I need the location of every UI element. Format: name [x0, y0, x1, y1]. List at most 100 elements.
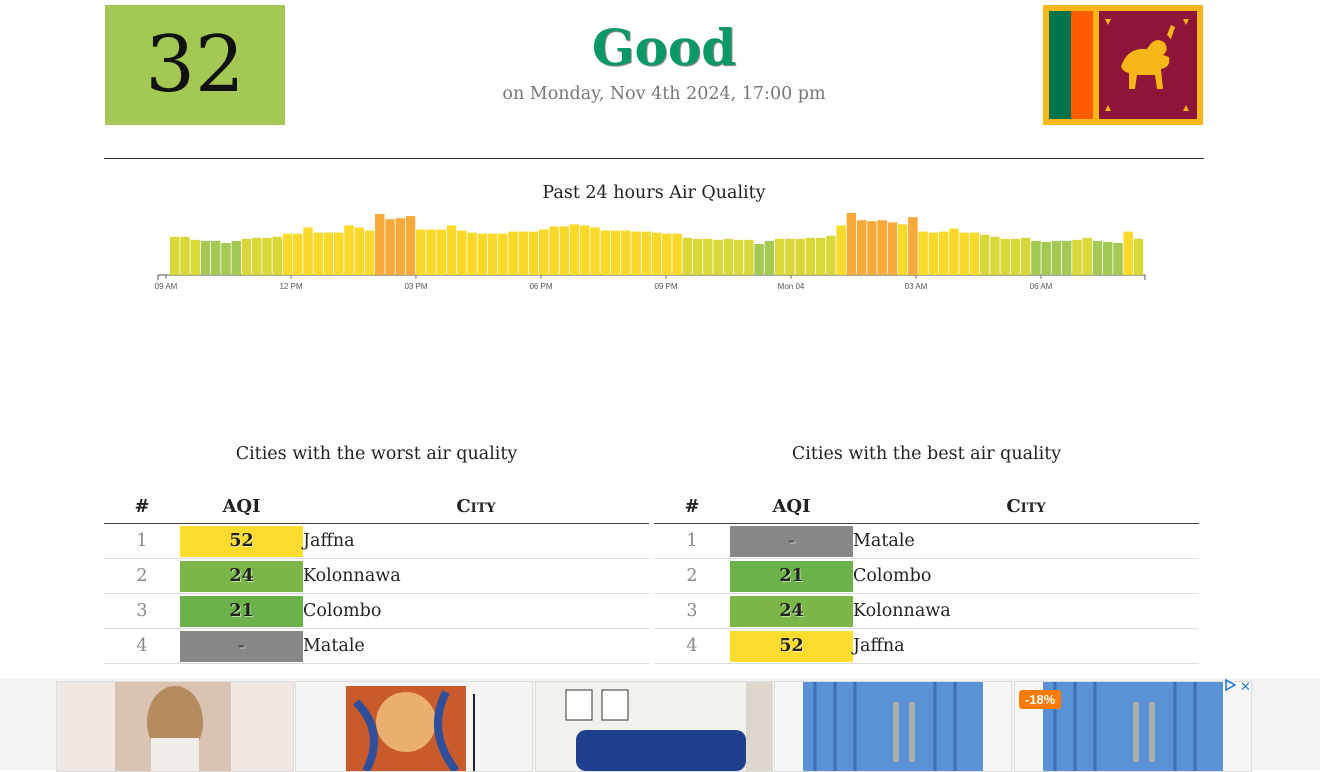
ad-product-2[interactable] — [295, 681, 533, 772]
chart-bar[interactable] — [600, 230, 611, 275]
chart-bar[interactable] — [416, 229, 426, 275]
chart-bar[interactable] — [682, 237, 693, 275]
city-link[interactable]: Colombo — [303, 593, 649, 629]
table-row[interactable]: 2 21 Colombo — [654, 558, 1199, 594]
chart-bar[interactable] — [897, 224, 908, 275]
chart-bar[interactable] — [262, 237, 272, 275]
chart-bar[interactable] — [180, 236, 190, 275]
chart-bar[interactable] — [692, 238, 703, 275]
city-link[interactable]: Kolonnawa — [853, 593, 1199, 629]
chart-bar[interactable] — [375, 214, 385, 275]
chart-bar[interactable] — [211, 240, 221, 275]
chart-bar[interactable] — [908, 217, 918, 275]
city-link[interactable]: Jaffna — [853, 628, 1199, 664]
chart-bar[interactable] — [1010, 238, 1021, 275]
chart-bar[interactable] — [405, 216, 416, 275]
chart-bar[interactable] — [569, 224, 580, 275]
chart-bar[interactable] — [508, 231, 518, 275]
chart-bar[interactable] — [969, 232, 980, 275]
chart-bar[interactable] — [744, 239, 754, 275]
chart-bar[interactable] — [621, 230, 631, 275]
chart-bar[interactable] — [1061, 240, 1072, 275]
city-link[interactable]: Matale — [853, 523, 1199, 559]
chart-bar[interactable] — [662, 233, 672, 275]
adchoices-icon[interactable] — [1224, 678, 1237, 694]
chart-bar[interactable] — [200, 240, 211, 275]
chart-bar[interactable] — [457, 230, 467, 275]
table-row[interactable]: 1- Matale — [654, 523, 1199, 559]
ad-close-icon[interactable]: ✕ — [1240, 679, 1251, 695]
chart-bar[interactable] — [313, 232, 323, 275]
chart-bar[interactable] — [1082, 237, 1092, 275]
chart-bar[interactable] — [846, 213, 857, 275]
chart-bar[interactable] — [979, 234, 990, 275]
chart-bar[interactable] — [477, 233, 488, 275]
chart-bar[interactable] — [590, 227, 600, 275]
chart-bar[interactable] — [785, 238, 795, 275]
chart-bar[interactable] — [918, 231, 928, 275]
chart-bar[interactable] — [949, 228, 959, 276]
chart-bar[interactable] — [774, 238, 785, 275]
ad-product-4[interactable] — [774, 681, 1012, 772]
chart-bar[interactable] — [856, 220, 867, 275]
chart-bar[interactable] — [703, 238, 713, 275]
chart-bar[interactable] — [1031, 240, 1041, 275]
chart-bar[interactable] — [754, 244, 764, 275]
chart-bar[interactable] — [1051, 240, 1062, 275]
city-link[interactable]: Matale — [303, 628, 649, 664]
chart-bar[interactable] — [293, 233, 303, 275]
chart-bar[interactable] — [1000, 238, 1010, 275]
chart-bar[interactable] — [221, 242, 231, 275]
chart-bar[interactable] — [231, 240, 241, 275]
chart-bar[interactable] — [641, 231, 652, 275]
ad-product-1[interactable] — [56, 681, 294, 772]
chart-bar[interactable] — [498, 233, 508, 275]
city-link[interactable]: Colombo — [853, 558, 1199, 594]
chart-bar[interactable] — [651, 232, 662, 275]
chart-bar[interactable] — [426, 229, 436, 275]
city-link[interactable]: Jaffna — [303, 523, 649, 559]
city-link[interactable]: Kolonnawa — [303, 558, 649, 594]
chart-bar[interactable] — [1133, 238, 1144, 275]
ad-product-3[interactable] — [535, 681, 773, 772]
chart-bar[interactable] — [272, 236, 282, 275]
chart-bar[interactable] — [928, 232, 939, 275]
chart-bar[interactable] — [334, 232, 344, 275]
chart-bar[interactable] — [713, 239, 723, 275]
chart-bar[interactable] — [282, 233, 293, 275]
chart-bar[interactable] — [672, 233, 682, 275]
chart-bar[interactable] — [190, 239, 200, 275]
chart-bar[interactable] — [385, 219, 395, 275]
table-row[interactable]: 3 24 Kolonnawa — [654, 593, 1199, 629]
chart-bar[interactable] — [467, 232, 477, 275]
chart-bar[interactable] — [559, 226, 570, 275]
chart-bar[interactable] — [631, 231, 641, 275]
chart-bar[interactable] — [990, 236, 1000, 275]
table-row[interactable]: 1 52 Jaffna — [104, 523, 649, 559]
chart-bar[interactable] — [170, 236, 180, 275]
chart-bar[interactable] — [959, 232, 969, 275]
chart-bar[interactable] — [887, 222, 898, 275]
chart-bar[interactable] — [1102, 241, 1113, 275]
chart-bar[interactable] — [764, 240, 775, 275]
chart-bar[interactable] — [354, 227, 364, 275]
chart-bar[interactable] — [610, 230, 621, 275]
chart-bar[interactable] — [733, 239, 744, 275]
chart-bar[interactable] — [1072, 239, 1082, 275]
chart-bar[interactable] — [539, 229, 549, 275]
chart-bar[interactable] — [446, 225, 457, 275]
chart-bar[interactable] — [938, 231, 949, 275]
chart-bar[interactable] — [1123, 231, 1133, 275]
ad-banner[interactable]: -18% ✕ — [0, 678, 1320, 772]
table-row[interactable]: 4- Matale — [104, 628, 649, 664]
chart-bar[interactable] — [549, 226, 559, 275]
chart-bar[interactable] — [518, 231, 529, 275]
table-row[interactable]: 4 52 Jaffna — [654, 628, 1199, 664]
table-row[interactable]: 2 24 Kolonnawa — [104, 558, 649, 594]
chart-bar[interactable] — [436, 229, 447, 275]
chart-bar[interactable] — [826, 235, 836, 275]
chart-bar[interactable] — [1020, 237, 1031, 275]
chart-bar[interactable] — [395, 218, 406, 275]
chart-bar[interactable] — [867, 221, 877, 275]
chart-bar[interactable] — [1092, 240, 1103, 275]
